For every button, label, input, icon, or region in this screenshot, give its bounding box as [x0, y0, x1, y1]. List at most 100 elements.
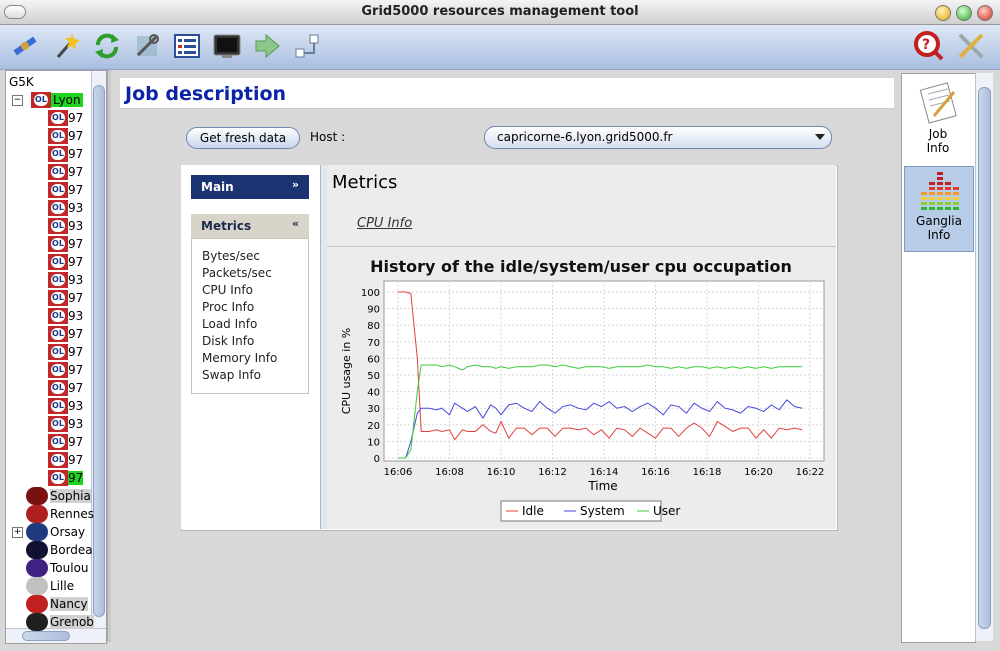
legend-label: User	[653, 504, 680, 518]
x-tick-label: 16:22	[796, 467, 825, 478]
metrics-item[interactable]: Memory Info	[202, 351, 277, 365]
job-icon: OL	[48, 398, 68, 414]
tree-site-label: Bordea	[50, 543, 93, 557]
job-icon: OL	[48, 146, 68, 162]
metrics-item[interactable]: CPU Info	[202, 283, 253, 297]
tree-job-node[interactable]: OL 97	[48, 379, 83, 397]
help-icon[interactable]: ?	[912, 29, 946, 63]
minimize-button[interactable]	[935, 5, 951, 21]
refresh-icon[interactable]	[90, 29, 124, 63]
metrics-item[interactable]: Packets/sec	[202, 266, 272, 280]
magic-wand-icon[interactable]	[50, 29, 84, 63]
right-panel: Job Info Ganglia Info	[901, 73, 976, 643]
tree-job-label: 97	[68, 363, 84, 377]
get-fresh-data-button[interactable]: Get fresh data	[186, 127, 300, 149]
site-logo-icon	[26, 487, 48, 505]
cpu-info-link[interactable]: CPU Info	[357, 216, 412, 231]
nav-main-header[interactable]: Main »	[191, 175, 309, 199]
tree-job-node[interactable]: OL 93	[48, 307, 83, 325]
tree-job-node[interactable]: OL 97	[48, 433, 83, 451]
tree-job-node[interactable]: OL 97	[48, 325, 83, 343]
metrics-item[interactable]: Proc Info	[202, 300, 254, 314]
tree-site-label: Lille	[50, 579, 75, 593]
job-icon: OL	[48, 434, 68, 450]
tree-job-node[interactable]: OL 97	[48, 253, 83, 271]
tree-job-node[interactable]: OL 97	[48, 469, 84, 487]
job-icon: OL	[48, 128, 68, 144]
terminal-icon[interactable]	[210, 29, 244, 63]
tree-site-node[interactable]: Rennes	[26, 505, 94, 523]
tree-site-label: Grenob	[50, 615, 94, 629]
site-logo-icon	[26, 613, 48, 631]
nav-metrics-header[interactable]: Metrics «	[191, 214, 309, 238]
tree-job-node[interactable]: OL 97	[48, 343, 83, 361]
tree-job-node[interactable]: OL 97	[48, 361, 83, 379]
tree-job-node[interactable]: OL 93	[48, 199, 83, 217]
expand-icon[interactable]: +	[12, 526, 23, 538]
right-vertical-scrollbar[interactable]	[975, 73, 993, 641]
tree-hscroll-thumb[interactable]	[22, 631, 70, 641]
tools-icon[interactable]	[130, 29, 164, 63]
connect-icon[interactable]	[290, 29, 324, 63]
metrics-item[interactable]: Bytes/sec	[202, 249, 260, 263]
tree-node-lyon[interactable]: − OL Lyon	[12, 91, 83, 109]
tree-job-node[interactable]: OL 97	[48, 145, 83, 163]
job-icon: OL	[48, 218, 68, 234]
tree-job-label: 97	[68, 291, 84, 305]
settings-icon[interactable]	[954, 29, 988, 63]
host-label: Host :	[310, 130, 346, 144]
tree-site-node[interactable]: Toulou	[26, 559, 89, 577]
job-icon: OL	[48, 290, 68, 306]
tree-job-node[interactable]: OL 97	[48, 163, 83, 181]
tree-site-node[interactable]: Sophia	[26, 487, 91, 505]
tree-job-node[interactable]: OL 93	[48, 415, 83, 433]
tree-job-label: 97	[68, 237, 84, 251]
job-info-button[interactable]: Job Info	[904, 80, 972, 155]
forward-arrow-icon[interactable]	[250, 29, 284, 63]
chart-title: History of the idle/system/user cpu occu…	[370, 257, 792, 276]
job-icon: OL	[48, 362, 68, 378]
tree-job-node[interactable]: OL 93	[48, 217, 83, 235]
tree-site-node[interactable]: + Orsay	[12, 523, 86, 541]
y-tick-label: 90	[367, 305, 380, 316]
tree-job-node[interactable]: OL 97	[48, 127, 83, 145]
tree-job-node[interactable]: OL 97	[48, 181, 83, 199]
job-icon: OL	[48, 416, 68, 432]
tree-site-node[interactable]: Nancy	[26, 595, 88, 613]
host-select-value: capricorne-6.lyon.grid5000.fr	[497, 130, 673, 144]
metrics-item[interactable]: Disk Info	[202, 334, 254, 348]
tree-job-label: 97	[68, 111, 84, 125]
tree-job-node[interactable]: OL 97	[48, 451, 83, 469]
tree-job-label: 93	[68, 219, 84, 233]
job-icon: OL	[48, 200, 68, 216]
y-tick-label: 70	[367, 338, 380, 349]
satellite-icon[interactable]	[8, 29, 42, 63]
tree-job-node[interactable]: OL 97	[48, 235, 83, 253]
tree-site-node[interactable]: Bordea	[26, 541, 93, 559]
ganglia-info-button[interactable]: Ganglia Info	[904, 166, 974, 252]
tree-site-label: Orsay	[50, 525, 86, 539]
collapse-icon: «	[291, 217, 299, 230]
legend-label: System	[580, 504, 625, 518]
collapse-icon[interactable]: −	[12, 94, 23, 106]
tree-scroll-thumb[interactable]	[93, 85, 105, 617]
tree-job-node[interactable]: OL 93	[48, 397, 83, 415]
close-button[interactable]	[977, 5, 993, 21]
tree-job-node[interactable]: OL 97	[48, 109, 83, 127]
maximize-button[interactable]	[956, 5, 972, 21]
tree-root-label[interactable]: G5K	[9, 73, 34, 91]
tree-site-node[interactable]: Grenob	[26, 613, 94, 631]
tree-job-label: 97	[68, 327, 84, 341]
x-tick-label: 16:14	[590, 467, 619, 478]
host-select[interactable]: capricorne-6.lyon.grid5000.fr	[484, 126, 832, 149]
list-icon[interactable]	[170, 29, 204, 63]
right-scroll-thumb[interactable]	[978, 87, 991, 629]
tree-site-node[interactable]: Lille	[26, 577, 74, 595]
y-tick-label: 30	[367, 404, 380, 415]
metrics-item[interactable]: Swap Info	[202, 368, 261, 382]
tree-job-node[interactable]: OL 93	[48, 271, 83, 289]
tree-job-node[interactable]: OL 97	[48, 289, 83, 307]
x-tick-label: 16:06	[384, 467, 413, 478]
metrics-item[interactable]: Load Info	[202, 317, 257, 331]
tree-vertical-scrollbar[interactable]	[91, 71, 106, 629]
